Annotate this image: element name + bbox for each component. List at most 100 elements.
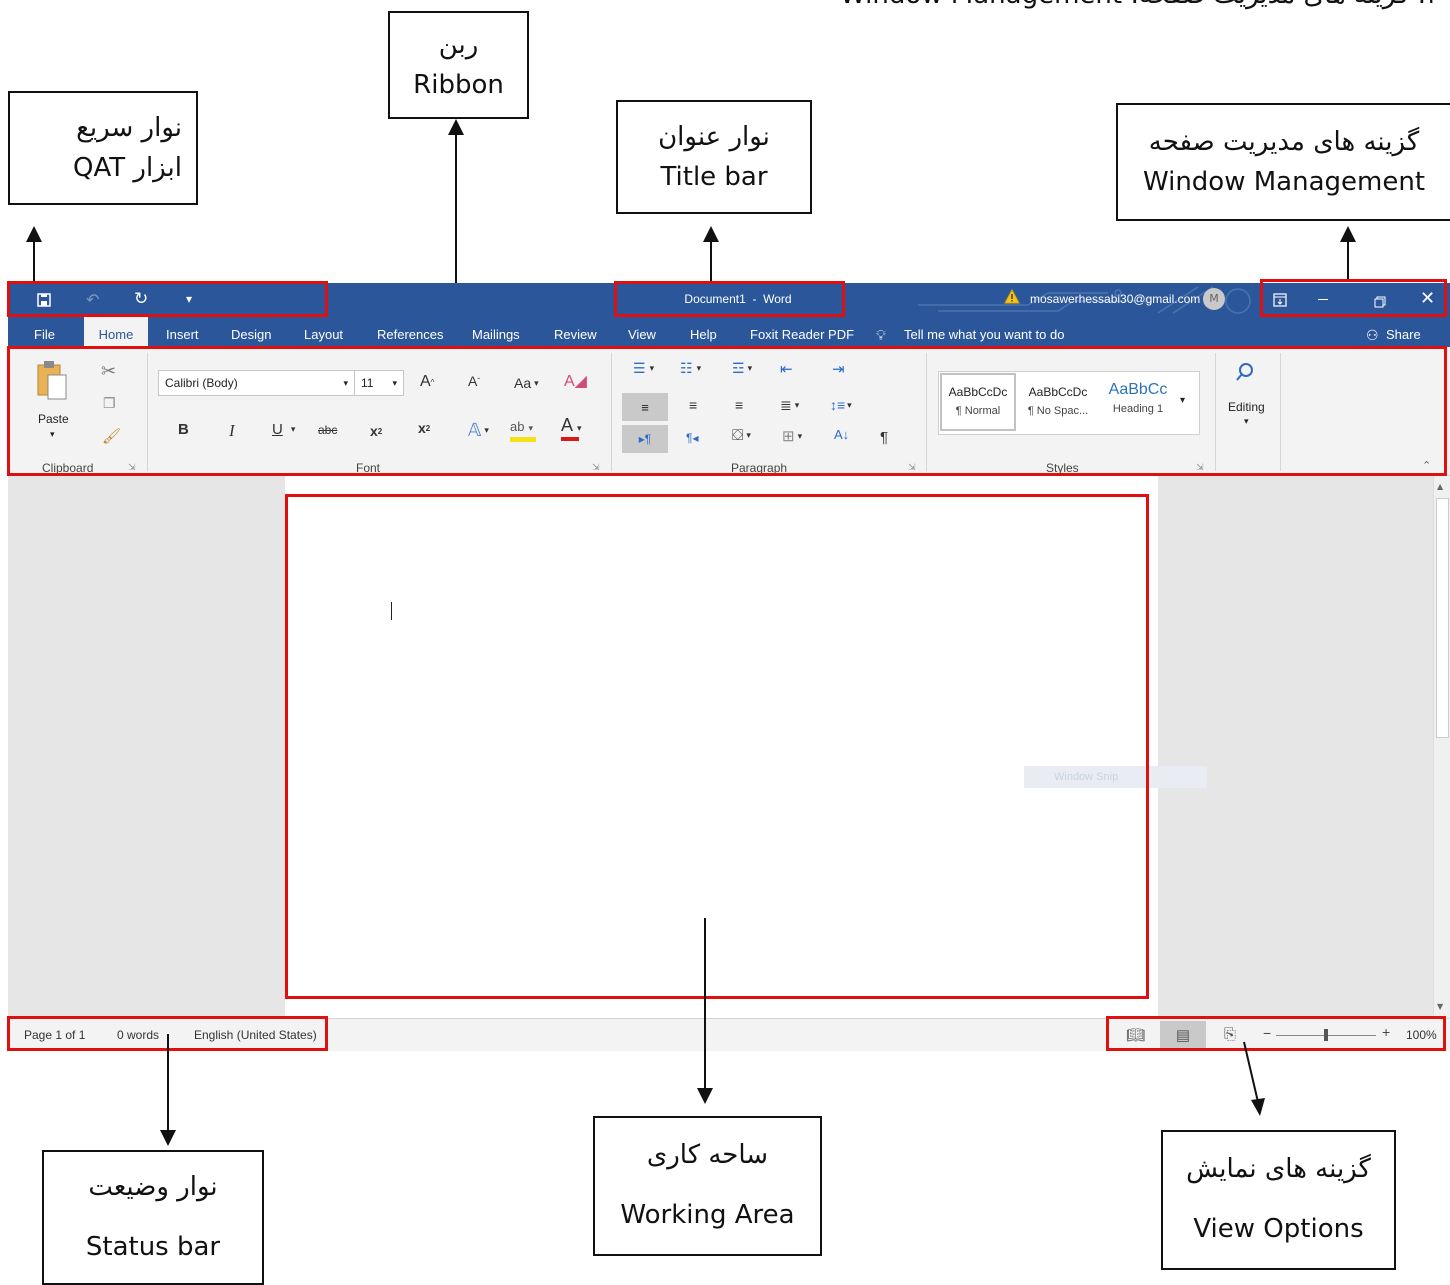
style-normal[interactable]: AaBbCcDc ¶ Normal (940, 373, 1016, 431)
share-button[interactable]: Share (1386, 317, 1421, 347)
font-size-combo[interactable]: 11 ▾ (354, 370, 404, 396)
vertical-scrollbar[interactable]: ▲ ▼ (1433, 476, 1450, 1018)
borders-icon[interactable]: ⊞ ▾ (782, 427, 802, 445)
tab-design[interactable]: Design (231, 317, 271, 347)
ribbon-display-options-icon[interactable] (1273, 292, 1287, 311)
subscript-button[interactable]: x2 (370, 423, 382, 439)
tab-help[interactable]: Help (690, 317, 717, 347)
collapse-ribbon-icon[interactable]: ⌃ (1422, 459, 1431, 472)
scroll-up-icon[interactable]: ▲ (1437, 482, 1443, 491)
scroll-down-icon[interactable]: ▼ (1437, 1002, 1443, 1011)
ltr-direction-button[interactable]: ▸¶ (622, 425, 668, 453)
rtl-direction-icon[interactable]: ¶◂ (686, 431, 698, 445)
numbering-icon[interactable]: ☷ ▾ (680, 360, 701, 377)
line-spacing-icon[interactable]: ↕≡ ▾ (830, 397, 852, 413)
show-marks-icon[interactable]: ¶ (880, 429, 888, 446)
justify-icon[interactable]: ≣ ▾ (780, 397, 799, 414)
font-launcher-icon[interactable]: ⇲ (592, 462, 600, 473)
tab-layout[interactable]: Layout (304, 317, 343, 347)
copy-icon[interactable]: ❐ (103, 395, 116, 412)
cut-icon[interactable]: ✂︎ (101, 361, 116, 382)
tab-view[interactable]: View (628, 317, 656, 347)
decrease-indent-icon[interactable]: ⇤ (780, 360, 793, 378)
tab-insert[interactable]: Insert (166, 317, 199, 347)
print-layout-button[interactable]: ▤ (1160, 1021, 1206, 1049)
customize-qat-icon[interactable]: ▾ (186, 292, 192, 306)
paste-icon[interactable] (36, 359, 70, 406)
underline-button[interactable]: U ▾ (272, 421, 295, 438)
note-working-en: Working Area (620, 1200, 795, 1230)
account-email[interactable]: mosawerhessabi30@gmail.com (1030, 292, 1200, 306)
language[interactable]: English (United States) (194, 1028, 317, 1042)
shading-icon[interactable]: ⛋ ▾ (732, 427, 751, 444)
styles-more-icon[interactable]: ▾ (1180, 395, 1185, 406)
clear-formatting-icon[interactable]: A◢ (564, 371, 587, 391)
tab-home[interactable]: Home (84, 317, 148, 347)
tab-foxit[interactable]: Foxit Reader PDF (750, 317, 854, 347)
editing-dropdown-icon[interactable]: ▾ (1244, 416, 1249, 427)
sort-icon[interactable]: A↓ (834, 427, 849, 442)
tell-me-search[interactable]: Tell me what you want to do (904, 317, 1064, 347)
tab-mailings[interactable]: Mailings (472, 317, 520, 347)
paste-dropdown-icon[interactable]: ▾ (50, 429, 55, 440)
highlight-icon[interactable]: ab ▾ (510, 419, 536, 442)
align-right-icon[interactable]: ≡ (735, 397, 743, 413)
font-size-dropdown-icon[interactable]: ▾ (392, 371, 397, 395)
shrink-font-button[interactable]: Aˇ (468, 373, 480, 389)
minimize-icon[interactable] (1318, 299, 1328, 300)
bullets-icon[interactable]: ☰ ▾ (633, 360, 654, 377)
tab-references[interactable]: References (377, 317, 443, 347)
format-painter-icon[interactable]: 🖌︎ (102, 427, 121, 445)
scroll-thumb[interactable] (1436, 498, 1449, 738)
font-name-dropdown-icon[interactable]: ▾ (343, 371, 348, 395)
paragraph-launcher-icon[interactable]: ⇲ (908, 462, 916, 473)
close-icon[interactable]: ✕ (1420, 288, 1435, 309)
page-count[interactable]: Page 1 of 1 (24, 1028, 85, 1042)
web-layout-icon[interactable]: ⎘ (1224, 1026, 1236, 1043)
undo-icon[interactable]: ↶ (86, 290, 99, 309)
restore-icon[interactable] (1374, 293, 1386, 312)
zoom-thumb[interactable] (1324, 1029, 1328, 1041)
redo-icon[interactable]: ↻ (134, 289, 148, 309)
note-qat-en: QAT ابزار (73, 153, 182, 183)
search-icon[interactable] (1234, 361, 1256, 388)
status-bar: Page 1 of 1 0 words English (United Stat… (8, 1018, 1450, 1051)
zoom-in-icon[interactable]: + (1382, 1024, 1390, 1040)
save-icon[interactable] (36, 292, 52, 308)
style-heading-preview: AaBbCc (1108, 381, 1168, 398)
paste-button[interactable]: Paste (38, 412, 69, 426)
ribbon-tabs: File Home Insert Design Layout Reference… (8, 317, 1450, 347)
grow-font-button[interactable]: A ^ (420, 373, 434, 391)
style-no-spacing[interactable]: AaBbCcDc ¶ No Spac... (1018, 373, 1098, 431)
text-effects-icon[interactable]: 𝔸 ▾ (468, 420, 489, 441)
multilevel-list-icon[interactable]: ☲ ▾ (732, 360, 752, 377)
font-name-combo[interactable]: Calibri (Body) ▾ (158, 370, 355, 396)
note-ribbon-fa: ربن (438, 29, 479, 60)
align-left-button[interactable]: ≡ (622, 393, 668, 421)
tab-review[interactable]: Review (554, 317, 597, 347)
editing-button[interactable]: Editing (1228, 400, 1265, 414)
styles-launcher-icon[interactable]: ⇲ (1196, 462, 1204, 473)
share-icon[interactable]: ⚇ (1366, 317, 1379, 347)
avatar[interactable]: M (1203, 288, 1225, 310)
zoom-slider[interactable] (1276, 1029, 1376, 1041)
note-titlebar: نوار عنوان Title bar (616, 100, 812, 214)
superscript-label: x (418, 420, 426, 436)
superscript-button[interactable]: x2 (418, 420, 430, 436)
increase-indent-icon[interactable]: ⇥ (832, 360, 845, 378)
clipboard-launcher-icon[interactable]: ⇲ (128, 462, 136, 473)
align-center-icon[interactable]: ≡ (689, 397, 697, 413)
read-mode-icon[interactable]: 📖︎ (1126, 1026, 1145, 1044)
bold-button[interactable]: B (178, 421, 189, 438)
document-page[interactable] (285, 476, 1158, 1018)
font-color-icon[interactable]: A ▾ (561, 415, 582, 441)
zoom-level[interactable]: 100% (1406, 1028, 1437, 1042)
italic-button[interactable]: I (229, 421, 235, 441)
style-heading-1[interactable]: AaBbCc Heading 1 (1098, 373, 1178, 431)
strikethrough-button[interactable]: abc (318, 423, 337, 437)
word-count[interactable]: 0 words (117, 1028, 159, 1042)
warning-icon[interactable] (1004, 288, 1020, 308)
tab-file[interactable]: File (34, 317, 55, 347)
change-case-button[interactable]: Aa ▾ (514, 375, 539, 391)
zoom-out-icon[interactable]: − (1263, 1025, 1271, 1041)
